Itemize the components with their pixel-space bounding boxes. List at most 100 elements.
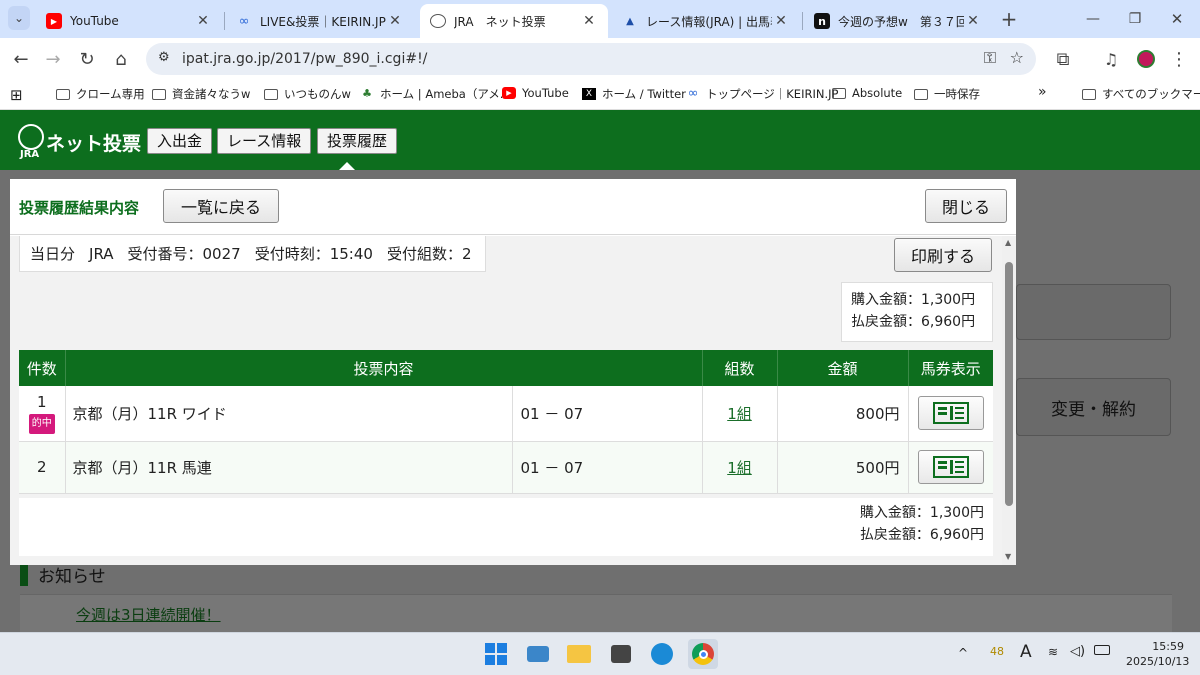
selection: 01 － 07 bbox=[512, 441, 703, 494]
start-icon[interactable] bbox=[481, 639, 511, 669]
purchase-amount: 購入金額：1,300円 bbox=[859, 505, 984, 521]
restore-icon[interactable]: ❐ bbox=[1122, 6, 1148, 32]
file-explorer-icon[interactable] bbox=[564, 639, 594, 669]
bookmark-youtube[interactable]: ▶ YouTube bbox=[502, 86, 569, 100]
media-control-icon[interactable]: ♫ bbox=[1098, 46, 1124, 72]
tab-title: 今週の予想w 第３７回 bbox=[838, 14, 964, 29]
bookmark-label: トップページ｜KEIRIN.JP bbox=[706, 87, 839, 101]
scroll-up-icon[interactable]: ▲ bbox=[1005, 238, 1011, 247]
race-name: 京都（月）11R ワイド bbox=[65, 386, 513, 442]
new-tab-icon[interactable]: + bbox=[996, 6, 1022, 32]
receipt-time: 受付時刻：15:40 bbox=[254, 245, 373, 263]
star-icon[interactable]: ☆ bbox=[1010, 48, 1024, 67]
battery-icon[interactable] bbox=[1094, 645, 1110, 655]
all-bookmarks[interactable]: すべてのブックマーク bbox=[1082, 86, 1200, 102]
receipt-number: 受付番号：0027 bbox=[127, 245, 241, 263]
bookmark-label: Absolute bbox=[852, 86, 903, 100]
key-icon[interactable]: ⚿ bbox=[984, 48, 996, 68]
notice-heading: お知らせ bbox=[38, 567, 106, 587]
tab-note[interactable]: n 今週の予想w 第３７回 ✕ bbox=[804, 4, 992, 38]
bookmark-folder[interactable]: いつものんw bbox=[264, 86, 351, 102]
volume-icon[interactable]: ◁) bbox=[1070, 644, 1085, 659]
site-info-icon[interactable]: ⚙ bbox=[158, 50, 170, 65]
header-amount: 金額 bbox=[777, 350, 909, 386]
amount-summary-bottom: 購入金額：1,300円 払戻金額：6,960円 bbox=[19, 498, 993, 556]
tab-jra-race-info[interactable]: ▲ レース情報(JRA) | 出馬表や ✕ bbox=[612, 4, 800, 38]
back-to-list-button[interactable]: 一覧に戻る bbox=[163, 189, 279, 223]
combos-link[interactable]: 1組 bbox=[727, 459, 752, 477]
ticket-view-button[interactable] bbox=[917, 396, 984, 431]
store-icon[interactable] bbox=[606, 639, 636, 669]
close-tab-icon[interactable]: ✕ bbox=[772, 13, 790, 29]
address-bar[interactable]: ⚙ ipat.jra.go.jp/2017/pw_890_i.cgi#!/ ⚿ … bbox=[146, 43, 1036, 75]
bookmark-folder[interactable]: クローム専用 bbox=[56, 86, 145, 102]
scrollbar[interactable]: ▲ ▼ bbox=[1002, 236, 1016, 565]
extensions-icon[interactable]: ⧉ bbox=[1050, 46, 1076, 72]
minimize-icon[interactable]: — bbox=[1080, 6, 1106, 32]
bookmark-label: YouTube bbox=[522, 86, 569, 100]
close-tab-icon[interactable]: ✕ bbox=[580, 13, 598, 29]
tab-jra-net-vote[interactable]: JRA ネット投票 ✕ bbox=[420, 4, 608, 38]
nav-vote-history[interactable]: 投票履歴 bbox=[317, 128, 398, 154]
amount: 800円 bbox=[777, 386, 909, 442]
bookmark-folder[interactable]: Absolute bbox=[832, 86, 902, 100]
folder-icon bbox=[914, 88, 928, 100]
nav-race-info[interactable]: レース情報 bbox=[217, 128, 312, 154]
window-close-icon[interactable]: ✕ bbox=[1164, 6, 1190, 32]
bookmark-twitter[interactable]: X ホーム / Twitter bbox=[582, 86, 686, 102]
print-button[interactable]: 印刷する bbox=[894, 238, 992, 272]
bookmark-label: 一時保存 bbox=[934, 87, 980, 101]
close-tab-icon[interactable]: ✕ bbox=[194, 13, 212, 29]
forward-icon[interactable]: → bbox=[40, 46, 66, 72]
weather-temp[interactable]: 48 bbox=[990, 645, 1004, 658]
bookmark-folder[interactable]: 一時保存 bbox=[914, 86, 980, 102]
back-icon[interactable]: ← bbox=[8, 46, 34, 72]
clock-time: 15:59 bbox=[1152, 640, 1184, 653]
folder-icon bbox=[152, 88, 166, 100]
close-button[interactable]: 閉じる bbox=[925, 189, 1007, 223]
header-ticket: 馬券表示 bbox=[908, 350, 993, 386]
tab-youtube[interactable]: ▶ YouTube ✕ bbox=[36, 4, 222, 38]
combos-link[interactable]: 1組 bbox=[727, 405, 752, 423]
menu-icon[interactable]: ⋮ bbox=[1166, 46, 1192, 72]
nav-deposit-withdraw[interactable]: 入出金 bbox=[147, 128, 213, 154]
bookmark-label: ホーム / Twitter bbox=[602, 87, 686, 101]
scrollbar-thumb[interactable] bbox=[1005, 262, 1013, 506]
bookmarks-bar: ⊞ クローム専用 資金諸々なうw いつものんw ♣ ホーム | Ameba（アメ.… bbox=[0, 80, 1200, 110]
apps-icon[interactable]: ⊞ bbox=[10, 86, 23, 104]
reload-icon[interactable]: ↻ bbox=[74, 46, 100, 72]
ime-indicator[interactable]: A bbox=[1020, 642, 1032, 662]
chrome-icon[interactable] bbox=[688, 639, 718, 669]
show-hidden-icons-icon[interactable]: ^ bbox=[958, 646, 968, 660]
more-bookmarks-icon[interactable]: » bbox=[1038, 84, 1047, 100]
clock-date: 2025/10/13 bbox=[1126, 655, 1190, 668]
edge-icon[interactable] bbox=[647, 639, 677, 669]
payout-amount: 払戻金額：6,960円 bbox=[859, 527, 984, 543]
purchase-amount: 購入金額：1,300円 bbox=[851, 292, 976, 308]
wifi-icon[interactable]: ≋ bbox=[1048, 645, 1058, 659]
profile-avatar-icon[interactable] bbox=[1133, 46, 1159, 72]
folder-icon bbox=[832, 87, 846, 99]
close-tab-icon[interactable]: ✕ bbox=[386, 13, 404, 29]
logo-sub-text: JRA bbox=[20, 149, 40, 160]
bookmark-keirin[interactable]: ∞ トップページ｜KEIRIN.JP bbox=[686, 86, 839, 102]
home-icon[interactable]: ⌂ bbox=[108, 46, 134, 72]
bookmark-ameba[interactable]: ♣ ホーム | Ameba（アメ... bbox=[360, 86, 511, 102]
header-count: 件数 bbox=[19, 350, 66, 386]
row-number: 2 bbox=[19, 441, 66, 494]
ticket-view-button[interactable] bbox=[917, 450, 984, 484]
tab-keirin[interactable]: ∞ LIVE&投票｜KEIRIN.JP ✕ bbox=[226, 4, 414, 38]
close-tab-icon[interactable]: ✕ bbox=[964, 13, 982, 29]
combos-cell: 1組 bbox=[702, 386, 778, 442]
clock[interactable]: 15:59 2025/10/13 bbox=[1126, 639, 1190, 669]
bookmark-label: 資金諸々なうw bbox=[172, 87, 251, 101]
bookmark-folder[interactable]: 資金諸々なうw bbox=[152, 86, 250, 102]
keirin-icon: ∞ bbox=[238, 13, 250, 29]
modal-header: 投票履歴結果内容 一覧に戻る 閉じる bbox=[10, 179, 1016, 235]
site-header: JRA ネット投票 入出金 レース情報 投票履歴 bbox=[0, 110, 1200, 171]
header-combos: 組数 bbox=[702, 350, 778, 386]
widgets-icon[interactable] bbox=[523, 639, 553, 669]
tab-search-chevron-icon[interactable]: ⌄ bbox=[8, 6, 30, 30]
youtube-icon: ▶ bbox=[502, 87, 516, 99]
scroll-down-icon[interactable]: ▼ bbox=[1005, 552, 1011, 561]
